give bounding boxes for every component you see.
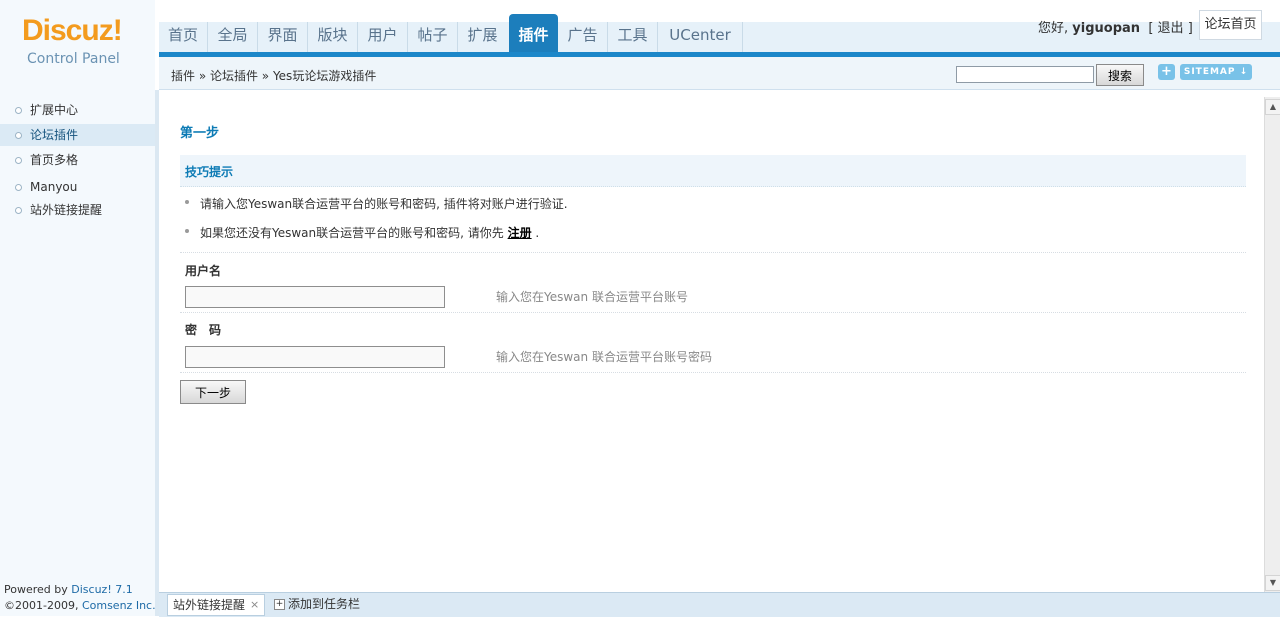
taskbar: 站外链接提醒 × + 添加到任务栏: [159, 592, 1280, 617]
step-title: 第一步: [180, 126, 220, 141]
tips-title: 技巧提示: [185, 165, 234, 179]
sidebar-item-manyou[interactable]: Manyou: [0, 176, 155, 198]
username-hint: 输入您在Yeswan 联合运营平台账号: [496, 290, 688, 304]
sidebar-item-extension-center[interactable]: 扩展中心: [0, 99, 155, 121]
sidebar-item-label: 扩展中心: [30, 103, 79, 117]
sidebar-item-external-link-alert[interactable]: 站外链接提醒: [0, 199, 155, 221]
close-icon[interactable]: ×: [250, 595, 259, 615]
nav-tab-ucenter[interactable]: UCenter: [658, 22, 743, 52]
password-hint: 输入您在Yeswan 联合运营平台账号密码: [496, 350, 712, 364]
nav-tab-plugins[interactable]: 插件: [509, 14, 558, 52]
divider: [180, 252, 1246, 253]
sidebar-item-homepage-grid[interactable]: 首页多格: [0, 149, 155, 171]
nav-tab-tools[interactable]: 工具: [608, 22, 658, 52]
bullet-icon: [15, 184, 22, 191]
nav-tab-extensions[interactable]: 扩展: [458, 22, 507, 52]
sidebar-item-label: 站外链接提醒: [30, 203, 103, 217]
next-step-button[interactable]: 下一步: [180, 380, 246, 404]
sidebar: 扩展中心 论坛插件 首页多格 Manyou 站外链接提醒: [0, 90, 155, 616]
nav-tab-users[interactable]: 用户: [358, 22, 408, 52]
powered-brand-link[interactable]: Discuz! 7.1: [71, 583, 132, 596]
tip-text: 如果您还没有Yeswan联合运营平台的账号和密码, 请你先 注册 .: [200, 224, 539, 241]
scroll-up-icon[interactable]: ▲: [1265, 99, 1280, 115]
powered-by: Powered by Discuz! 7.1 ©2001-2009, Comse…: [4, 582, 156, 614]
search-input[interactable]: [956, 66, 1094, 83]
greeting: 您好,: [1038, 21, 1069, 36]
main-content: 第一步 技巧提示 请输入您Yeswan联合运营平台的账号和密码, 插件将对账户进…: [160, 90, 1264, 592]
tip2-prefix: 如果您还没有Yeswan联合运营平台的账号和密码, 请你先: [200, 226, 508, 240]
powered-prefix: Powered by: [4, 583, 72, 596]
divider: [180, 312, 1246, 313]
logo-brand: Discuz!: [22, 14, 123, 47]
bracket-close: ]: [1187, 21, 1193, 36]
taskbar-tab[interactable]: 站外链接提醒 ×: [167, 594, 265, 616]
vertical-scrollbar[interactable]: ▲ ▼: [1264, 97, 1280, 594]
register-link[interactable]: 注册: [508, 226, 532, 240]
add-to-taskbar-label: 添加到任务栏: [288, 597, 361, 611]
nav-tab-home[interactable]: 首页: [159, 22, 208, 52]
bullet-icon: [185, 229, 189, 233]
sub-bar: 插件 » 论坛插件 » Yes玩论坛游戏插件 搜索 + SITEMAP ↓: [159, 57, 1280, 90]
user-bar: 您好, yiguopan [ 退出 ]: [1038, 17, 1193, 36]
sidebar-item-forum-plugins[interactable]: 论坛插件: [0, 124, 155, 146]
username-input[interactable]: [185, 286, 445, 308]
nav-tab-global[interactable]: 全局: [208, 22, 258, 52]
copyright-brand-link[interactable]: Comsenz Inc.: [82, 599, 156, 612]
plus-icon: +: [274, 599, 285, 610]
logout-link[interactable]: 退出: [1158, 21, 1184, 36]
username: yiguopan: [1072, 21, 1141, 36]
sitemap-button[interactable]: SITEMAP ↓: [1180, 64, 1252, 80]
bullet-icon: [15, 157, 22, 164]
password-label: 密 码: [185, 323, 222, 337]
tip2-suffix: .: [531, 226, 540, 240]
divider: [180, 372, 1246, 373]
sidebar-item-label: 论坛插件: [30, 128, 79, 142]
sidebar-item-label: Manyou: [30, 180, 78, 194]
taskbar-tab-label: 站外链接提醒: [173, 598, 246, 612]
logo-subtitle: Control Panel: [27, 51, 120, 67]
bullet-icon: [15, 132, 22, 139]
forum-home-button[interactable]: 论坛首页: [1199, 10, 1262, 40]
sidebar-divider: [155, 90, 159, 616]
header: 首页 全局 界面 版块 用户 帖子 扩展 插件 广告 工具 UCenter 您好…: [0, 0, 1280, 57]
logo[interactable]: Discuz! Control Panel: [0, 0, 155, 90]
bullet-icon: [15, 107, 22, 114]
username-label: 用户名: [185, 264, 222, 278]
add-to-taskbar-button[interactable]: + 添加到任务栏: [274, 595, 360, 613]
tip-text: 请输入您Yeswan联合运营平台的账号和密码, 插件将对账户进行验证.: [200, 197, 568, 211]
password-input[interactable]: [185, 346, 445, 368]
sidebar-item-label: 首页多格: [30, 153, 79, 167]
copyright-prefix: ©2001-2009,: [4, 599, 82, 612]
scroll-down-icon[interactable]: ▼: [1265, 575, 1280, 591]
bullet-icon: [15, 207, 22, 214]
tips-header: 技巧提示: [180, 155, 1246, 187]
breadcrumb: 插件 » 论坛插件 » Yes玩论坛游戏插件: [171, 69, 377, 83]
nav-tab-forums[interactable]: 版块: [308, 22, 358, 52]
add-shortcut-icon[interactable]: +: [1158, 64, 1175, 80]
search-button[interactable]: 搜索: [1096, 64, 1144, 86]
bullet-icon: [185, 200, 189, 204]
nav-tab-posts[interactable]: 帖子: [408, 22, 458, 52]
bracket-open: [: [1148, 21, 1154, 36]
nav-tab-interface[interactable]: 界面: [258, 22, 308, 52]
nav-tab-ads[interactable]: 广告: [558, 22, 608, 52]
